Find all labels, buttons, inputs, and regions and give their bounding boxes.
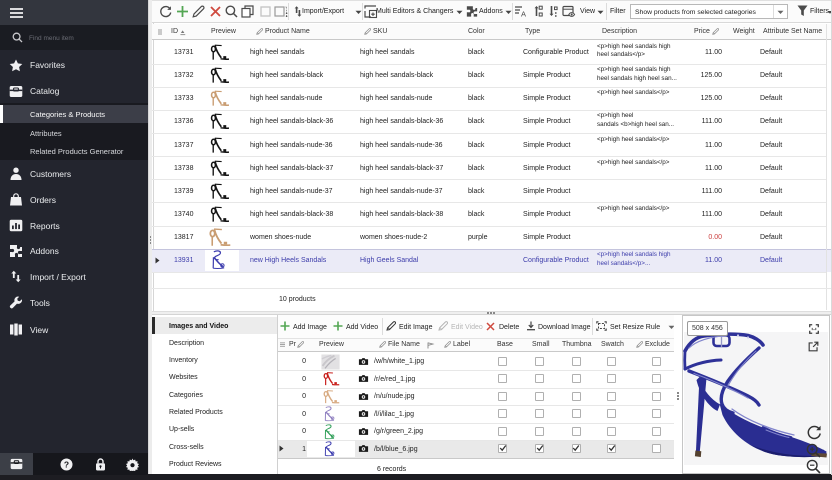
svg-text:?: ?	[64, 459, 69, 469]
svg-text:A: A	[521, 10, 526, 19]
